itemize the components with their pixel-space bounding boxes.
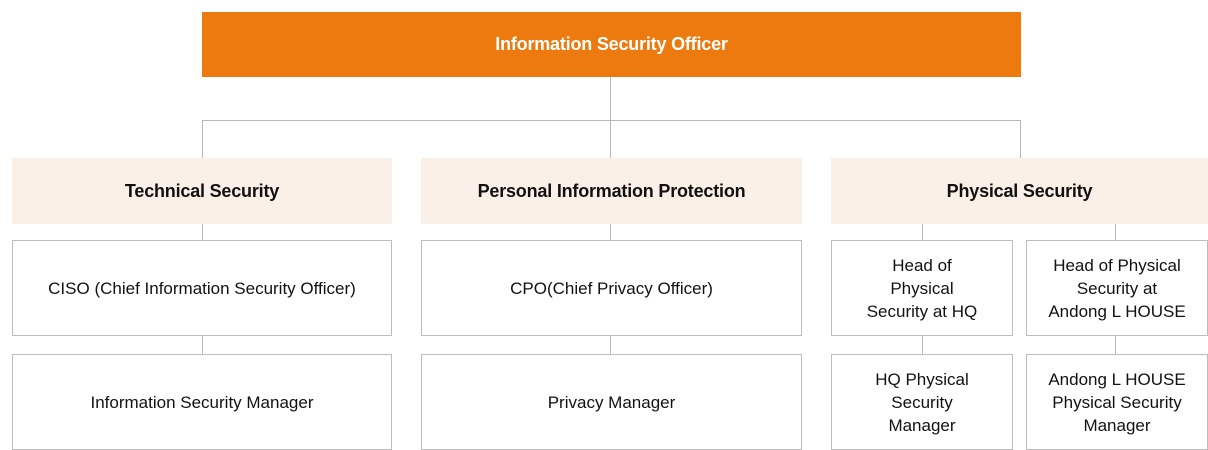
privacy-manager-node: Privacy Manager <box>421 354 802 450</box>
andong-physical-security-head-label: Head of Physical Security at Andong L HO… <box>1048 255 1186 321</box>
ciso-label: CISO (Chief Information Security Officer… <box>48 278 356 298</box>
connector-to-technical <box>202 120 203 158</box>
andong-physical-security-manager-label: Andong L HOUSE Physical Security Manager <box>1048 369 1186 435</box>
technical-security-heading-label: Technical Security <box>124 180 280 201</box>
andong-physical-security-manager-node: Andong L HOUSE Physical Security Manager <box>1026 354 1208 450</box>
physical-security-heading: Physical Security <box>831 158 1208 224</box>
connector-technical-head-to-ciso <box>202 224 203 241</box>
physical-security-heading-label: Physical Security <box>946 180 1093 201</box>
connector-hq-to-manager <box>922 335 923 355</box>
personal-information-protection-heading-label: Personal Information Protection <box>477 180 746 201</box>
hq-physical-security-head-node: Head of Physical Security at HQ <box>831 240 1013 336</box>
connector-privacy-head-to-cpo <box>610 224 611 241</box>
connector-andong-to-manager <box>1115 335 1116 355</box>
connector-top-vertical <box>610 77 611 121</box>
ciso-node: CISO (Chief Information Security Officer… <box>12 240 392 336</box>
cpo-label: CPO(Chief Privacy Officer) <box>510 278 713 298</box>
connector-ciso-to-manager <box>202 335 203 355</box>
information-security-manager-label: Information Security Manager <box>90 392 314 412</box>
technical-security-heading: Technical Security <box>12 158 392 224</box>
connector-cpo-to-manager <box>610 335 611 355</box>
andong-physical-security-head-node: Head of Physical Security at Andong L HO… <box>1026 240 1208 336</box>
hq-physical-security-head-label: Head of Physical Security at HQ <box>866 255 978 321</box>
information-security-officer-node: Information Security Officer <box>202 12 1021 77</box>
personal-information-protection-heading: Personal Information Protection <box>421 158 802 224</box>
hq-physical-security-manager-node: HQ Physical Security Manager <box>831 354 1013 450</box>
hq-physical-security-manager-label: HQ Physical Security Manager <box>875 369 969 435</box>
connector-horizontal-bus <box>202 120 1021 121</box>
information-security-officer-label: Information Security Officer <box>495 34 728 54</box>
connector-to-privacy <box>610 120 611 158</box>
connector-physical-head-to-andong <box>1115 224 1116 241</box>
connector-to-physical <box>1020 120 1021 158</box>
information-security-manager-node: Information Security Manager <box>12 354 392 450</box>
connector-physical-head-to-hq <box>922 224 923 241</box>
cpo-node: CPO(Chief Privacy Officer) <box>421 240 802 336</box>
privacy-manager-label: Privacy Manager <box>547 392 676 412</box>
